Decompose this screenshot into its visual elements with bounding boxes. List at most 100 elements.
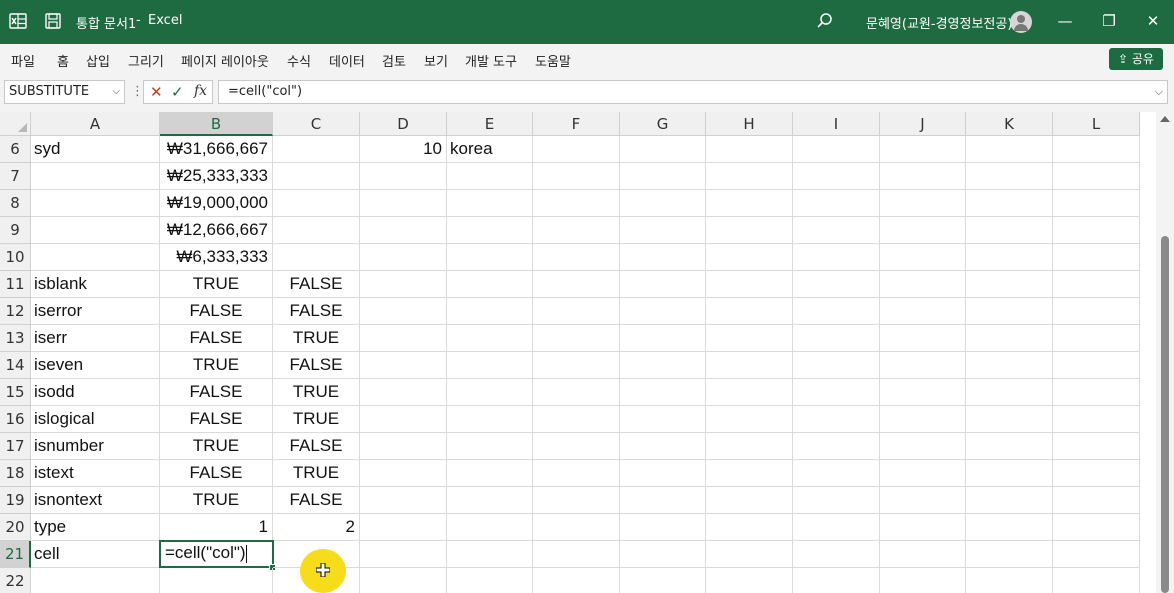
column-header-d[interactable]: D [360,112,447,136]
cell-l21[interactable] [1053,541,1140,568]
cell-f22[interactable] [533,568,620,593]
column-header-b[interactable]: B [160,112,273,136]
cell-d15[interactable] [360,379,447,406]
cell-i10[interactable] [793,244,880,271]
cell-b12[interactable]: FALSE [160,298,273,325]
cell-c17[interactable]: FALSE [273,433,360,460]
tab-review[interactable]: 검토 [382,51,406,70]
cell-l17[interactable] [1053,433,1140,460]
cell-k21[interactable] [966,541,1053,568]
cell-e12[interactable] [447,298,533,325]
cell-e8[interactable] [447,190,533,217]
row-header-21[interactable]: 21 [0,541,31,568]
cell-f14[interactable] [533,352,620,379]
cell-c13[interactable]: TRUE [273,325,360,352]
cell-b19[interactable]: TRUE [160,487,273,514]
row-header-12[interactable]: 12 [0,298,31,325]
cell-a11[interactable]: isblank [31,271,160,298]
vertical-scrollbar[interactable] [1156,112,1174,593]
cell-c18[interactable]: TRUE [273,460,360,487]
cell-d8[interactable] [360,190,447,217]
minimize-icon[interactable]: — [1055,12,1075,30]
cell-l16[interactable] [1053,406,1140,433]
cell-d13[interactable] [360,325,447,352]
cell-b18[interactable]: FALSE [160,460,273,487]
cell-k17[interactable] [966,433,1053,460]
cell-c15[interactable]: TRUE [273,379,360,406]
cell-c20[interactable]: 2 [273,514,360,541]
cell-d18[interactable] [360,460,447,487]
cell-f19[interactable] [533,487,620,514]
cell-a21[interactable]: cell [31,541,160,568]
cell-k16[interactable] [966,406,1053,433]
cell-a19[interactable]: isnontext [31,487,160,514]
cell-h12[interactable] [706,298,793,325]
cell-h22[interactable] [706,568,793,593]
cell-k18[interactable] [966,460,1053,487]
cell-c14[interactable]: FALSE [273,352,360,379]
cell-e22[interactable] [447,568,533,593]
scroll-up-icon[interactable] [1160,116,1170,122]
cell-j20[interactable] [880,514,966,541]
cell-g7[interactable] [620,163,706,190]
cell-g17[interactable] [620,433,706,460]
cell-h7[interactable] [706,163,793,190]
cell-g13[interactable] [620,325,706,352]
chevron-down-icon[interactable]: ⌵ [112,81,120,103]
cell-l13[interactable] [1053,325,1140,352]
cell-k15[interactable] [966,379,1053,406]
cell-k13[interactable] [966,325,1053,352]
cell-i8[interactable] [793,190,880,217]
cell-e18[interactable] [447,460,533,487]
cell-l6[interactable] [1053,136,1140,163]
save-icon[interactable] [44,12,62,30]
row-header-13[interactable]: 13 [0,325,31,352]
cell-h20[interactable] [706,514,793,541]
search-icon[interactable] [816,12,834,30]
cell-k10[interactable] [966,244,1053,271]
cell-j19[interactable] [880,487,966,514]
tab-formulas[interactable]: 수식 [287,51,311,70]
cell-a22[interactable] [31,568,160,593]
cell-l18[interactable] [1053,460,1140,487]
cell-l11[interactable] [1053,271,1140,298]
cell-b7[interactable]: ₩25,333,333 [160,163,273,190]
column-header-l[interactable]: L [1053,112,1140,136]
cell-b8[interactable]: ₩19,000,000 [160,190,273,217]
tab-insert[interactable]: 삽입 [86,51,110,70]
cell-g6[interactable] [620,136,706,163]
cell-b6[interactable]: ₩31,666,667 [160,136,273,163]
cell-i22[interactable] [793,568,880,593]
cell-j14[interactable] [880,352,966,379]
cell-e19[interactable] [447,487,533,514]
cell-d9[interactable] [360,217,447,244]
cell-h14[interactable] [706,352,793,379]
cell-j13[interactable] [880,325,966,352]
tab-page-layout[interactable]: 페이지 레이아웃 [181,51,269,70]
column-header-g[interactable]: G [620,112,706,136]
cell-i19[interactable] [793,487,880,514]
cell-k19[interactable] [966,487,1053,514]
cell-j10[interactable] [880,244,966,271]
cell-b22[interactable] [160,568,273,593]
cell-a10[interactable] [31,244,160,271]
row-header-16[interactable]: 16 [0,406,31,433]
cell-k8[interactable] [966,190,1053,217]
cell-i20[interactable] [793,514,880,541]
scrollbar-thumb[interactable] [1161,236,1169,593]
row-header-15[interactable]: 15 [0,379,31,406]
cell-g8[interactable] [620,190,706,217]
cell-e7[interactable] [447,163,533,190]
cell-i17[interactable] [793,433,880,460]
cell-g10[interactable] [620,244,706,271]
cell-a17[interactable]: isnumber [31,433,160,460]
cell-d22[interactable] [360,568,447,593]
cell-k20[interactable] [966,514,1053,541]
cell-d14[interactable] [360,352,447,379]
cell-a13[interactable]: iserr [31,325,160,352]
row-header-9[interactable]: 9 [0,217,31,244]
cell-i15[interactable] [793,379,880,406]
cell-a7[interactable] [31,163,160,190]
cell-k11[interactable] [966,271,1053,298]
tab-data[interactable]: 데이터 [329,51,365,70]
